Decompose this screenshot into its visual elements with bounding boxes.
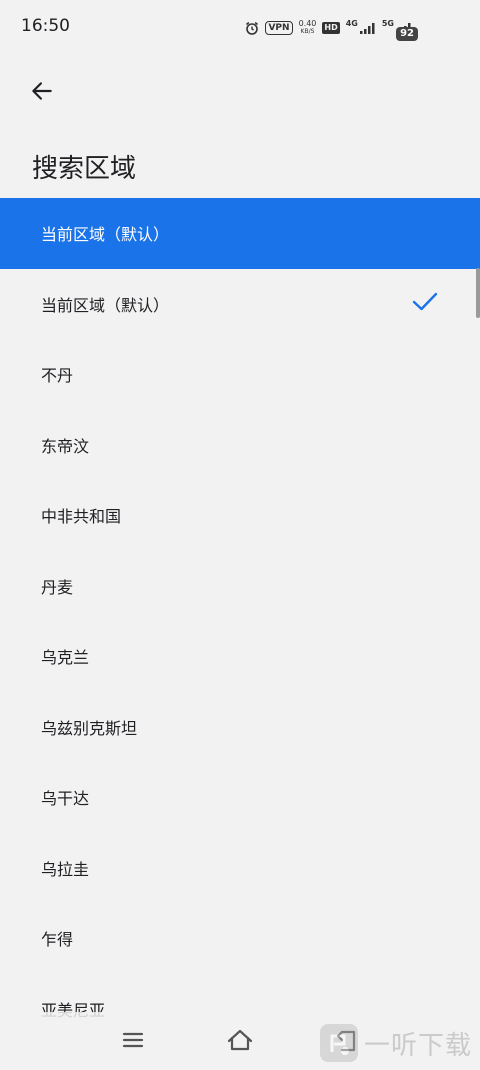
list-item-label: 乌兹别克斯坦 <box>41 718 138 738</box>
watermark-text: 一听下载 <box>363 1030 472 1061</box>
network-speed: 0.40 KB/S <box>299 20 317 36</box>
list-item[interactable]: 乌拉圭 <box>0 833 480 904</box>
list-item[interactable]: 中非共和国 <box>0 480 480 551</box>
battery-level: 92 <box>396 27 418 41</box>
list-item-selected[interactable]: 当前区域（默认） <box>0 269 480 340</box>
list-item[interactable]: 乌干达 <box>0 762 480 833</box>
menu-icon[interactable] <box>122 1030 144 1054</box>
battery-indicator: 92 <box>396 21 418 41</box>
signal-icon <box>359 22 376 34</box>
status-icons: VPN 0.40 KB/S HD 4G 5G <box>245 19 412 37</box>
network-speed-unit: KB/S <box>300 28 315 35</box>
list-item-highlighted[interactable]: 当前区域（默认） <box>0 198 480 269</box>
network-type-2: 5G <box>381 18 394 28</box>
list-item-label: 当前区域（默认） <box>41 295 170 315</box>
list-item-label: 中非共和国 <box>41 507 122 527</box>
list-item-label: 乌克兰 <box>41 648 90 668</box>
region-list: 当前区域（默认） 当前区域（默认） 不丹 东帝汶 中非共和国 丹麦 乌克兰 乌兹… <box>0 198 480 1044</box>
back-button[interactable] <box>22 71 62 111</box>
status-bar: 16:50 VPN 0.40 KB/S HD 4G 5G 92 <box>0 0 480 56</box>
list-item-label: 乌干达 <box>41 789 90 809</box>
check-icon <box>412 292 438 316</box>
list-item-label: 乌拉圭 <box>41 859 90 879</box>
list-item[interactable]: 东帝汶 <box>0 410 480 481</box>
list-item[interactable]: 乌克兰 <box>0 621 480 692</box>
watermark: 一听下载 <box>319 1024 472 1062</box>
scrollbar[interactable] <box>476 268 480 318</box>
alarm-icon <box>245 21 259 35</box>
list-item[interactable]: 乍得 <box>0 903 480 974</box>
status-time: 16:50 <box>21 16 70 36</box>
list-item-label: 东帝汶 <box>41 436 90 456</box>
network-speed-value: 0.40 <box>298 19 317 28</box>
list-item[interactable]: 丹麦 <box>0 551 480 622</box>
network-type-1: 4G <box>345 18 358 28</box>
arrow-left-icon <box>32 82 52 100</box>
list-item-label: 不丹 <box>41 366 74 386</box>
watermark-logo-icon <box>319 1024 358 1062</box>
list-item[interactable]: 乌兹别克斯坦 <box>0 692 480 763</box>
page-title: 搜索区域 <box>32 154 137 184</box>
home-icon[interactable] <box>226 1028 254 1056</box>
list-item[interactable]: 不丹 <box>0 339 480 410</box>
list-item-label: 当前区域（默认） <box>41 225 170 245</box>
list-item-label: 丹麦 <box>41 577 74 597</box>
list-item-label: 乍得 <box>41 930 74 950</box>
vpn-badge: VPN <box>265 21 293 35</box>
hd-badge: HD <box>322 22 340 34</box>
